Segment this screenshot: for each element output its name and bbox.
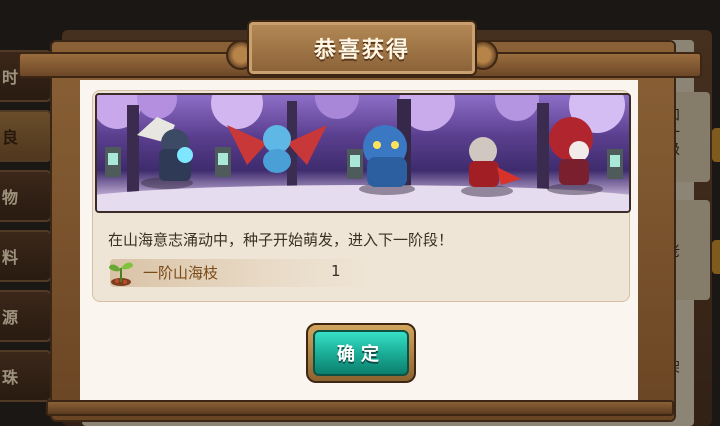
dialog-title: 恭喜获得 — [313, 38, 410, 63]
sprout-icon — [109, 262, 133, 286]
dialog-bottom-bar — [46, 400, 674, 416]
reward-item-name: 一阶山海枝 — [143, 264, 219, 282]
reward-item-count: 1 — [331, 262, 341, 280]
title-plate: 恭喜获得 — [247, 20, 477, 76]
confirm-button-label: 确定 — [313, 330, 409, 376]
forest-scene-icon — [97, 95, 629, 211]
confirm-button[interactable]: 确定 — [306, 323, 416, 383]
story-banner — [95, 93, 631, 213]
reward-message: 在山海意志涌动中，种子开始萌发，进入下一阶段！ — [108, 231, 454, 249]
